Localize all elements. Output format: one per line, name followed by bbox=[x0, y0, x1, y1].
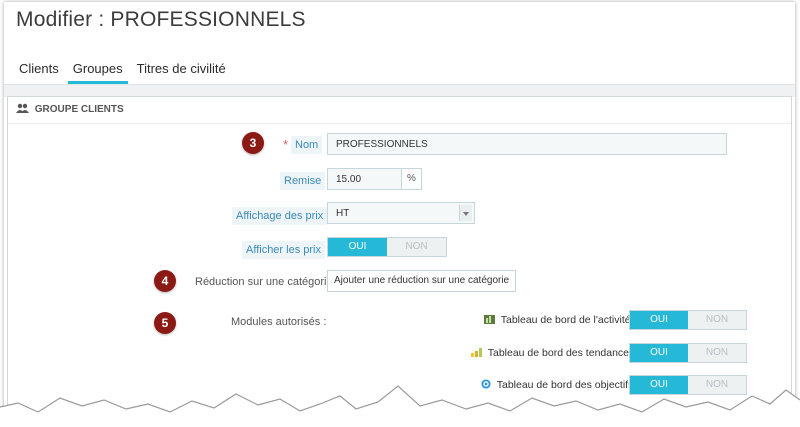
torn-edge-decoration bbox=[0, 385, 800, 427]
module-activity-label: Tableau de bord de l'activité bbox=[484, 314, 631, 326]
screenshot-frame: Modifier : PROFESSIONNELS Clients Groupe… bbox=[4, 2, 795, 422]
reduction-label: Réduction sur une catégorie bbox=[195, 276, 333, 288]
panel-heading-text: GROUPE CLIENTS bbox=[34, 104, 124, 115]
tab-clients[interactable]: Clients bbox=[14, 58, 64, 84]
page-title: Modifier : PROFESSIONNELS bbox=[16, 8, 306, 31]
tab-titres-civilite[interactable]: Titres de civilité bbox=[132, 58, 231, 84]
module-activity-toggle[interactable]: OUI NON bbox=[629, 310, 747, 330]
percent-addon: % bbox=[401, 168, 422, 190]
module-trends-text: Tableau de bord des tendances bbox=[487, 347, 635, 359]
module-trends-toggle[interactable]: OUI NON bbox=[629, 343, 747, 363]
toggle-on[interactable]: OUI bbox=[630, 311, 688, 329]
nom-label: Nom bbox=[291, 136, 323, 154]
dashboard-activity-icon bbox=[484, 315, 495, 324]
chevron-down-icon bbox=[459, 205, 472, 221]
module-activity-text: Tableau de bord de l'activité bbox=[500, 314, 631, 326]
price-display-value: HT bbox=[336, 208, 350, 219]
toggle-on[interactable]: OUI bbox=[328, 238, 387, 256]
toggle-off[interactable]: NON bbox=[688, 311, 746, 329]
tab-bar: Clients Groupes Titres de civilité bbox=[14, 58, 235, 84]
toggle-on[interactable]: OUI bbox=[630, 344, 688, 362]
callout-badge-3: 3 bbox=[242, 132, 264, 154]
price-display-select[interactable]: HT bbox=[327, 202, 475, 224]
affichage-label: Affichage des prix bbox=[232, 207, 328, 225]
toggle-off[interactable]: NON bbox=[387, 238, 446, 256]
required-marker: * bbox=[283, 137, 289, 152]
remise-input[interactable]: 15.00 bbox=[327, 168, 402, 190]
users-icon bbox=[16, 103, 29, 113]
nom-input[interactable]: PROFESSIONNELS bbox=[327, 133, 727, 155]
callout-badge-5: 5 bbox=[154, 312, 176, 334]
afficher-label: Afficher les prix bbox=[242, 241, 325, 259]
modules-label: Modules autorisés : bbox=[231, 316, 327, 328]
dashboard-trends-icon bbox=[471, 348, 482, 357]
add-category-reduction-button[interactable]: Ajouter une réduction sur une catégorie bbox=[327, 270, 517, 292]
remise-label: Remise bbox=[280, 172, 326, 190]
tab-groupes[interactable]: Groupes bbox=[67, 58, 128, 84]
show-prices-toggle[interactable]: OUI NON bbox=[327, 237, 447, 257]
toggle-off[interactable]: NON bbox=[688, 344, 746, 362]
panel-heading: GROUPE CLIENTS bbox=[8, 97, 791, 124]
callout-badge-4: 4 bbox=[154, 270, 176, 292]
module-trends-label: Tableau de bord des tendances bbox=[471, 347, 634, 359]
